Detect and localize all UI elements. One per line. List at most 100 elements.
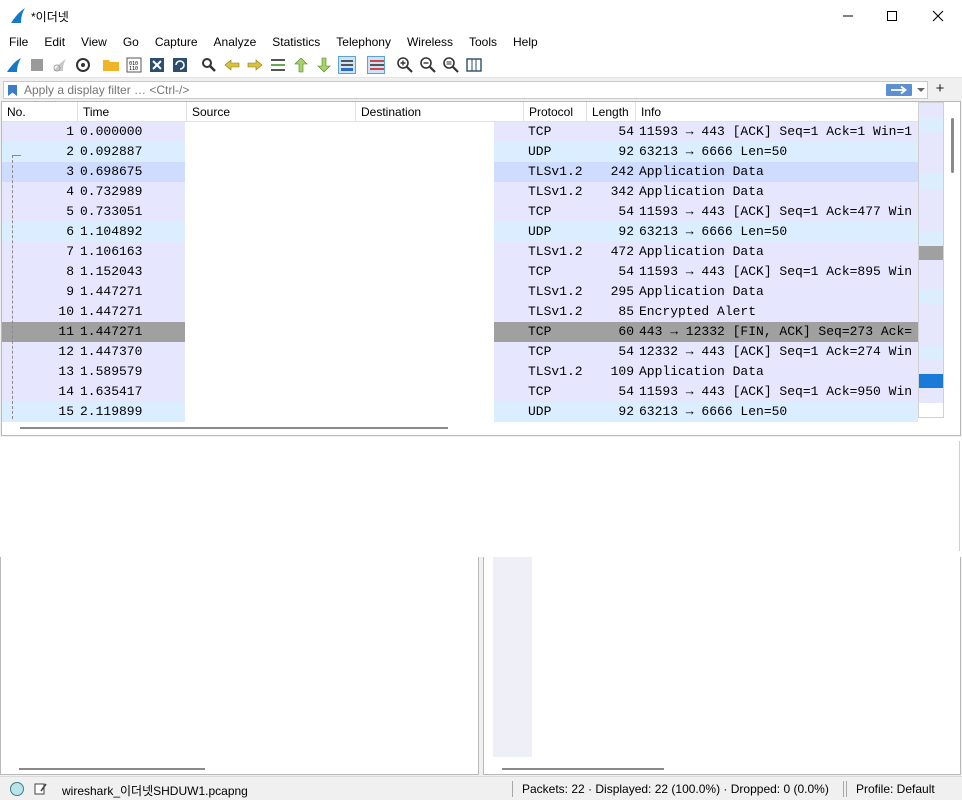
packet-protocol: TLSv1.2 <box>526 242 590 262</box>
packet-row[interactable]: 5 0.733051 TCP 54 11593 → 443 [ACK] Seq=1 Ac… <box>2 202 918 222</box>
packet-list-vertical-scrollbar[interactable] <box>946 102 960 418</box>
resize-columns-button[interactable] <box>465 56 483 74</box>
reload-file-button[interactable] <box>171 56 189 74</box>
menu-help[interactable]: Help <box>505 31 546 53</box>
menu-go[interactable]: Go <box>115 31 147 53</box>
start-capture-button[interactable] <box>5 56 23 74</box>
restart-capture-button[interactable] <box>51 56 69 74</box>
packet-row[interactable]: 8 1.152043 TCP 54 11593 → 443 [ACK] Seq=1 Ac… <box>2 262 918 282</box>
packet-source-destination <box>185 142 494 162</box>
packet-row[interactable]: 1 0.000000 TCP 54 11593 → 443 [ACK] Seq=1 Ac… <box>2 122 918 142</box>
open-file-button[interactable] <box>102 56 120 74</box>
menu-file[interactable]: File <box>1 31 36 53</box>
packet-time: 0.733051 <box>78 202 185 222</box>
normal-size-button[interactable] <box>442 56 460 74</box>
column-header-source[interactable]: Source <box>187 102 356 122</box>
close-file-button[interactable] <box>148 56 166 74</box>
magnifier-icon <box>202 58 216 72</box>
packet-row[interactable]: 13 1.589579 TLSv1.2 109 Application Data <box>2 362 918 382</box>
scrollbar-thumb[interactable] <box>951 118 954 173</box>
packet-info: Encrypted Alert <box>636 302 918 322</box>
zoom-out-button[interactable] <box>419 56 437 74</box>
capture-comment-icon[interactable] <box>33 781 48 796</box>
menu-telephony[interactable]: Telephony <box>328 31 399 53</box>
offset-column <box>493 557 532 757</box>
menu-tools[interactable]: Tools <box>461 31 505 53</box>
packet-row[interactable]: 15 2.119899 UDP 92 63213 → 6666 Len=50 <box>2 402 918 422</box>
display-filter-input[interactable] <box>24 82 884 98</box>
packet-row[interactable]: 4 0.732989 TLSv1.2 342 Application Data <box>2 182 918 202</box>
packet-row[interactable]: 3 0.698675 TLSv1.2 242 Application Data <box>2 162 918 182</box>
left-pane-horizontal-scrollbar[interactable] <box>19 768 205 770</box>
packet-row[interactable]: 2 0.092887 UDP 92 63213 → 6666 Len=50 <box>2 142 918 162</box>
packet-row-gap <box>494 162 526 182</box>
capture-options-button[interactable] <box>74 56 92 74</box>
packet-row-gap <box>494 402 526 422</box>
packet-row[interactable]: 14 1.635417 TCP 54 11593 → 443 [ACK] Seq=1 A… <box>2 382 918 402</box>
packet-time: 2.119899 <box>78 402 185 422</box>
packet-protocol: TCP <box>526 262 590 282</box>
autoscroll-button[interactable] <box>338 56 356 74</box>
go-to-packet-button[interactable] <box>269 56 287 74</box>
menu-statistics[interactable]: Statistics <box>264 31 328 53</box>
packet-row-gap <box>494 302 526 322</box>
zoom-out-icon <box>420 57 436 73</box>
column-header-no[interactable]: No. <box>2 102 78 122</box>
close-button[interactable] <box>915 0 961 31</box>
expert-info-indicator[interactable] <box>10 782 24 796</box>
minimap-packet-band <box>919 402 943 418</box>
packet-length: 92 <box>590 402 636 422</box>
first-packet-button[interactable] <box>292 56 310 74</box>
minimap-packet-band <box>919 245 943 261</box>
menu-wireless[interactable]: Wireless <box>399 31 461 53</box>
minimize-button[interactable] <box>825 0 871 31</box>
packet-row[interactable]: 12 1.447370 TCP 54 12332 → 443 [ACK] Seq=1 A… <box>2 342 918 362</box>
apply-filter-button[interactable] <box>886 84 912 96</box>
go-back-button[interactable] <box>223 56 241 74</box>
packet-minimap[interactable] <box>918 102 944 418</box>
packet-time: 1.635417 <box>78 382 185 402</box>
menu-view[interactable]: View <box>73 31 115 53</box>
packet-bytes-pane-left <box>0 557 479 775</box>
packet-row[interactable]: 7 1.106163 TLSv1.2 472 Application Data <box>2 242 918 262</box>
right-pane-horizontal-scrollbar[interactable] <box>502 768 664 770</box>
packet-info: Application Data <box>636 162 918 182</box>
packet-row[interactable]: 10 1.447271 TLSv1.2 85 Encrypted Alert <box>2 302 918 322</box>
status-divider <box>846 781 847 797</box>
packet-row[interactable]: 6 1.104892 UDP 92 63213 → 6666 Len=50 <box>2 222 918 242</box>
packet-time: 0.698675 <box>78 162 185 182</box>
packet-list-horizontal-scrollbar[interactable] <box>20 427 448 429</box>
status-profile[interactable]: Profile: Default <box>856 782 935 796</box>
packet-info: 63213 → 6666 Len=50 <box>636 222 918 242</box>
menu-capture[interactable]: Capture <box>147 31 206 53</box>
column-header-time[interactable]: Time <box>78 102 187 122</box>
packet-source-destination <box>185 382 494 402</box>
find-packet-button[interactable] <box>200 56 218 74</box>
save-file-button[interactable]: 010 110 <box>125 56 143 74</box>
bookmark-icon[interactable] <box>7 84 18 97</box>
packet-row-gap <box>494 322 526 342</box>
chevron-down-icon[interactable] <box>916 85 926 95</box>
packet-row[interactable]: 9 1.447271 TLSv1.2 295 Application Data <box>2 282 918 302</box>
minimap-packet-band <box>919 231 943 247</box>
packet-length: 92 <box>590 142 636 162</box>
colorize-button[interactable] <box>367 56 385 74</box>
wireshark-fin-icon <box>11 8 25 23</box>
column-header-destination[interactable]: Destination <box>356 102 524 122</box>
add-filter-button[interactable]: + <box>933 79 947 99</box>
packet-time: 1.589579 <box>78 362 185 382</box>
menu-edit[interactable]: Edit <box>36 31 73 53</box>
column-header-info[interactable]: Info <box>636 102 918 122</box>
stop-capture-button[interactable] <box>28 56 46 74</box>
minimap-packet-band <box>919 331 943 347</box>
minimap-packet-band <box>919 160 943 175</box>
menu-analyze[interactable]: Analyze <box>206 31 265 53</box>
packet-time: 1.447271 <box>78 302 185 322</box>
last-packet-button[interactable] <box>315 56 333 74</box>
column-header-protocol[interactable]: Protocol <box>524 102 587 122</box>
column-header-length[interactable]: Length <box>587 102 636 122</box>
zoom-in-button[interactable] <box>396 56 414 74</box>
go-forward-button[interactable] <box>246 56 264 74</box>
packet-row[interactable]: 11 1.447271 TCP 60 443 → 12332 [FIN, ACK] Se… <box>2 322 918 342</box>
maximize-button[interactable] <box>869 0 915 31</box>
